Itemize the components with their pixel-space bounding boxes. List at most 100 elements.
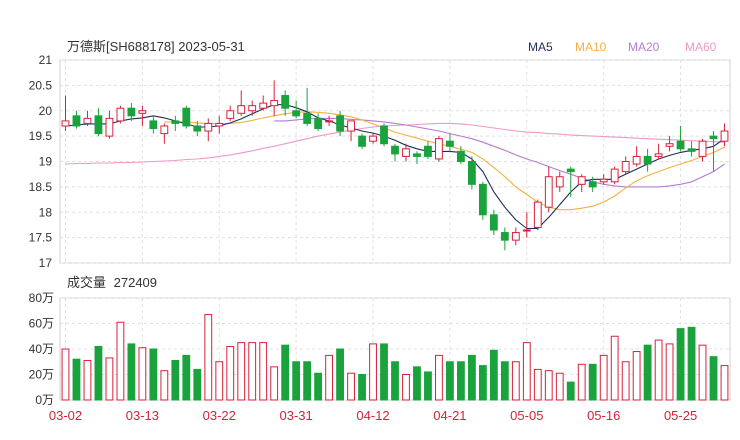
candle-body[interactable]	[720, 130, 729, 142]
volume-bar[interactable]	[698, 344, 707, 401]
candle-body[interactable]	[687, 148, 696, 152]
candle-body[interactable]	[676, 140, 685, 150]
volume-bar[interactable]	[270, 366, 279, 401]
candle-body[interactable]	[533, 201, 542, 228]
volume-bar[interactable]	[676, 328, 685, 401]
candle-body[interactable]	[588, 181, 597, 188]
volume-bar[interactable]	[325, 354, 334, 401]
candle-body[interactable]	[577, 176, 586, 185]
candle-body[interactable]	[248, 105, 257, 112]
volume-bar[interactable]	[621, 361, 630, 401]
candle-body[interactable]	[610, 168, 619, 183]
volume-bar[interactable]	[182, 354, 191, 401]
candle-body[interactable]	[116, 107, 125, 122]
candle-body[interactable]	[456, 150, 465, 163]
candle-body[interactable]	[358, 135, 366, 147]
volume-bar[interactable]	[533, 368, 542, 401]
volume-bar[interactable]	[204, 314, 213, 401]
candle-body[interactable]	[435, 138, 443, 160]
volume-bar[interactable]	[446, 361, 454, 401]
volume-bar[interactable]	[314, 372, 323, 401]
candle-body[interactable]	[83, 117, 92, 124]
volume-bar[interactable]	[413, 366, 421, 401]
candle-body[interactable]	[303, 112, 312, 124]
volume-bar[interactable]	[402, 374, 410, 401]
candle-body[interactable]	[621, 161, 630, 173]
candle-body[interactable]	[489, 214, 498, 231]
candle-body[interactable]	[171, 120, 180, 124]
volume-bar[interactable]	[566, 381, 575, 401]
candle-body[interactable]	[72, 115, 81, 127]
volume-bar[interactable]	[347, 372, 355, 401]
candle-body[interactable]	[215, 122, 224, 127]
volume-bar[interactable]	[424, 371, 432, 401]
candle-body[interactable]	[226, 110, 235, 119]
volume-bar[interactable]	[116, 321, 125, 401]
volume-bar[interactable]	[643, 344, 652, 401]
volume-bar[interactable]	[599, 354, 608, 401]
candle-body[interactable]	[555, 176, 564, 188]
volume-bar[interactable]	[577, 363, 586, 401]
volume-bar[interactable]	[281, 344, 290, 401]
volume-bar[interactable]	[336, 348, 344, 401]
volume-bar[interactable]	[522, 342, 531, 401]
candle-body[interactable]	[380, 125, 388, 145]
volume-bar[interactable]	[467, 354, 476, 401]
candle-body[interactable]	[325, 120, 334, 123]
candle-body[interactable]	[182, 107, 191, 127]
volume-bar[interactable]	[456, 361, 465, 401]
candle-body[interactable]	[336, 115, 344, 132]
volume-bar[interactable]	[127, 343, 136, 401]
volume-bar[interactable]	[654, 339, 663, 401]
candle-body[interactable]	[698, 140, 707, 157]
volume-bar[interactable]	[391, 361, 399, 401]
legend-ma60[interactable]: MA60	[685, 40, 717, 54]
candle-body[interactable]	[347, 120, 355, 132]
volume-bar[interactable]	[709, 356, 718, 401]
volume-bar[interactable]	[292, 361, 301, 401]
candle-body[interactable]	[94, 115, 103, 135]
candle-body[interactable]	[204, 122, 213, 132]
candle-body[interactable]	[654, 153, 663, 157]
candle-body[interactable]	[478, 183, 487, 216]
candle-body[interactable]	[643, 155, 652, 165]
volume-bar[interactable]	[237, 342, 246, 401]
candle-body[interactable]	[511, 232, 520, 241]
volume-bar[interactable]	[544, 370, 553, 401]
volume-bar[interactable]	[248, 342, 257, 401]
candle-body[interactable]	[149, 120, 158, 130]
volume-bar[interactable]	[720, 365, 729, 401]
candle-body[interactable]	[391, 145, 399, 155]
candle-body[interactable]	[424, 145, 432, 157]
candle-body[interactable]	[544, 176, 553, 208]
volume-bar[interactable]	[511, 361, 520, 401]
candle-body[interactable]	[632, 155, 641, 165]
candle-body[interactable]	[599, 178, 608, 183]
candle-body[interactable]	[138, 110, 147, 114]
candle-body[interactable]	[369, 135, 377, 142]
volume-bar[interactable]	[61, 348, 70, 401]
volume-bar[interactable]	[94, 345, 103, 401]
volume-bar[interactable]	[215, 361, 224, 401]
volume-bar[interactable]	[665, 343, 674, 401]
volume-bar[interactable]	[138, 347, 147, 401]
volume-bar[interactable]	[369, 343, 377, 401]
candle-body[interactable]	[709, 135, 718, 140]
candle-body[interactable]	[566, 168, 575, 173]
volume-bar[interactable]	[171, 359, 180, 401]
candle-body[interactable]	[402, 148, 410, 157]
candle-body[interactable]	[259, 102, 268, 109]
candle-body[interactable]	[665, 143, 674, 147]
volume-bar[interactable]	[105, 357, 114, 401]
candle-body[interactable]	[281, 95, 290, 109]
volume-bar[interactable]	[358, 374, 366, 401]
candle-body[interactable]	[522, 229, 531, 232]
volume-bar[interactable]	[555, 372, 564, 401]
candle-body[interactable]	[160, 125, 169, 135]
volume-bar[interactable]	[632, 351, 641, 401]
volume-bar[interactable]	[687, 326, 696, 401]
volume-bar[interactable]	[588, 363, 597, 401]
candle-body[interactable]	[105, 117, 114, 137]
volume-bar[interactable]	[149, 348, 158, 401]
volume-bar[interactable]	[226, 345, 235, 401]
